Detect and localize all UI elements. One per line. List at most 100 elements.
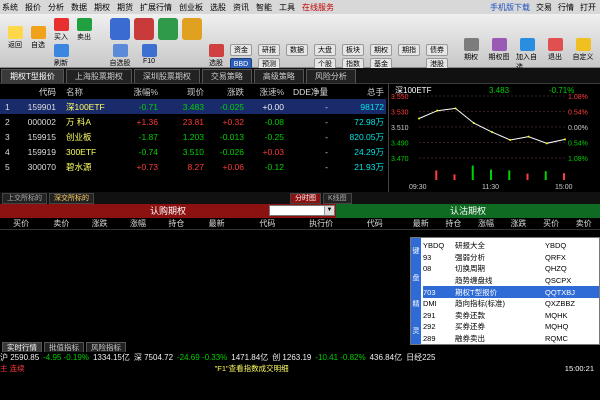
intraday-chart[interactable]: 深100ETF 3.483 -0.71% 3.550 1.08% 3.530 0.54… <box>388 84 600 192</box>
menu-item-quote[interactable]: 报价 <box>25 2 41 13</box>
pill-index-futures[interactable]: 期指 <box>398 44 420 56</box>
back-button[interactable]: 返回 <box>4 26 26 50</box>
tab-intraday[interactable]: 分时图 <box>290 192 321 204</box>
mid-tab-bar: 上交所标的 深交所标的 分时图 K线图 <box>0 192 600 204</box>
menu-item-gem[interactable]: 创业板 <box>179 2 203 13</box>
star-icon <box>30 26 46 39</box>
trade-link[interactable]: 交易 <box>536 2 552 13</box>
menu-item-tools[interactable]: 工具 <box>279 2 295 13</box>
f10-button[interactable]: F10 <box>138 44 160 65</box>
chart-point <box>509 138 512 141</box>
watchlist-button[interactable]: 自选 <box>27 26 49 50</box>
chevron-down-icon[interactable]: ▼ <box>324 206 334 215</box>
chart-point <box>564 138 566 141</box>
tab-ratio-indicator[interactable]: 批值指标 <box>44 341 84 353</box>
tab-sse-underlying[interactable]: 上交所标的 <box>2 192 47 204</box>
chart-tick-right: 0.54% <box>568 141 588 148</box>
chart-volume-bar <box>563 173 565 180</box>
table-row[interactable]: 5 300070 碧水源 +0.73 8.27 +0.06 -0.12 - 21… <box>0 159 386 174</box>
menu-item-smart[interactable]: 智能 <box>256 2 272 13</box>
table-row[interactable]: 3 159915 创业板 -1.87 1.203 -0.013 -0.25 - … <box>0 129 386 144</box>
pill-data[interactable]: 数据 <box>286 44 308 56</box>
tab-advanced-strategy[interactable]: 高级策略 <box>253 69 304 83</box>
chart-icon[interactable] <box>110 18 130 40</box>
menu-item-extended[interactable]: 扩展行情 <box>140 2 172 13</box>
menu-item-stock-select[interactable]: 选股 <box>210 2 226 13</box>
market-link[interactable]: 行情 <box>558 2 574 13</box>
refresh-button[interactable]: 刷新 <box>50 44 72 68</box>
list-item[interactable]: 趋势缠盘线 QSCPX <box>423 275 599 287</box>
list-item[interactable]: 93 强弱分析 QRFX <box>423 252 599 264</box>
exit-button[interactable]: 退出 <box>544 38 566 62</box>
toolbar: 返回 自选 买入 卖出 刷新 自选股 F10 选股 资金 研报 数据 大盘 板块… <box>0 14 600 71</box>
options-button[interactable]: 期权 <box>460 38 482 62</box>
my-stocks-button[interactable]: 自选股 <box>105 44 135 68</box>
list-item[interactable]: 08 切换周期 QHZQ <box>423 263 599 275</box>
window-controls: 手机版下载 交易 行情 打开 <box>490 2 600 13</box>
exit-icon <box>547 38 563 51</box>
tab-sh-stock-options[interactable]: 上海股票期权 <box>65 69 132 83</box>
index-ticker: 沪 2590.85 -4.95 -0.19% 1334.15亿 深 7504.7… <box>0 352 600 363</box>
chart-point <box>418 117 420 120</box>
list-item[interactable]: 292 买券还券 MQHQ <box>423 321 599 333</box>
bell-icon[interactable] <box>182 18 202 40</box>
buy-button[interactable]: 买入 <box>50 18 72 42</box>
kline-icon[interactable] <box>134 18 154 40</box>
quote-table-header: 代码 名称 涨幅% 现价 涨跌 涨速% DDE净量 总手 <box>0 84 386 99</box>
menu-item-system[interactable]: 系统 <box>2 2 18 13</box>
chart-tick-x: 11:30 <box>482 184 499 191</box>
chart-tick-right: 0.54% <box>568 110 588 117</box>
open-link[interactable]: 打开 <box>580 2 596 13</box>
pill-research[interactable]: 研报 <box>258 44 280 56</box>
options-chart-icon <box>491 38 507 51</box>
menu-item-news[interactable]: 资讯 <box>233 2 249 13</box>
options-chart-button[interactable]: 期权图 <box>488 38 510 62</box>
stock-select-button[interactable]: 选股 <box>205 44 227 68</box>
pill-capital[interactable]: 资金 <box>230 44 252 56</box>
put-options-title: 认沽期权 <box>336 204 600 218</box>
menu-item-analysis[interactable]: 分析 <box>48 2 64 13</box>
tab-kline[interactable]: K线图 <box>323 192 352 204</box>
tab-realtime-quote[interactable]: 实时行情 <box>2 341 42 353</box>
list-item[interactable]: 703 期权T型报价 QQTXBJ <box>423 286 599 298</box>
tab-trade-strategy[interactable]: 交易策略 <box>201 69 252 83</box>
list-item[interactable]: YBDQ 研报大全 YBDQ <box>423 240 599 252</box>
keyboard-wizard[interactable]: 键 盘 精 灵 YBDQ 研报大全 YBDQ 93 强弱分析 QRFX 08 切换周期 QH… <box>410 237 600 345</box>
table-icon[interactable] <box>158 18 178 40</box>
tab-sz-stock-options[interactable]: 深圳股票期权 <box>133 69 200 83</box>
tab-options-t-quote[interactable]: 期权T型报价 <box>1 69 64 83</box>
status-clock: 15:00:21 <box>564 363 594 373</box>
table-row[interactable]: 1 159901 深100ETF -0.71 3.483 -0.025 +0.0… <box>0 99 386 114</box>
mobile-download-link[interactable]: 手机版下载 <box>490 2 530 13</box>
list-item[interactable]: 289 融券卖出 RQMC <box>423 333 599 345</box>
chart-volume-bar <box>471 165 474 180</box>
chart-point <box>545 142 548 145</box>
chart-tick-right: 1.08% <box>568 94 588 101</box>
menu-item-data[interactable]: 数据 <box>71 2 87 13</box>
sell-button[interactable]: 卖出 <box>73 18 95 42</box>
add-watchlist-button[interactable]: 加入自选 <box>516 38 538 72</box>
list-item[interactable]: DMI 趋向指标(标准) QXZBBZ <box>423 298 599 310</box>
menu-bar: 系统 报价 分析 数据 期权 期货 扩展行情 创业板 选股 资讯 智能 工具 在… <box>0 0 600 14</box>
customize-button[interactable]: 自定义 <box>572 38 594 62</box>
table-row[interactable]: 4 159919 300ETF -0.74 3.510 -0.026 +0.03… <box>0 144 386 159</box>
chart-tick-left: 3.530 <box>391 110 409 117</box>
back-icon <box>7 26 23 39</box>
pill-options[interactable]: 期权 <box>370 44 392 56</box>
pill-market[interactable]: 大盘 <box>314 44 336 56</box>
pill-bond[interactable]: 债券 <box>426 44 448 56</box>
expiry-select[interactable]: ▼ <box>269 205 335 216</box>
table-row[interactable]: 2 000002 万 科A +1.36 23.81 +0.32 -0.08 - … <box>0 114 386 129</box>
menu-item-options[interactable]: 期权 <box>94 2 110 13</box>
tab-risk-indicator[interactable]: 风险指标 <box>86 341 126 353</box>
list-item[interactable]: 291 卖券还款 MQHK <box>423 310 599 322</box>
tab-szse-underlying[interactable]: 深交所标的 <box>49 192 94 204</box>
bottom-filler <box>0 373 600 400</box>
menu-item-futures[interactable]: 期货 <box>117 2 133 13</box>
chart-point <box>472 122 475 125</box>
pill-sector[interactable]: 板块 <box>342 44 364 56</box>
chart-volume-bar <box>544 171 547 180</box>
chart-volume-bar <box>526 173 529 180</box>
tab-risk-analysis[interactable]: 风险分析 <box>305 69 356 83</box>
menu-item-online-service[interactable]: 在线服务 <box>302 2 334 13</box>
